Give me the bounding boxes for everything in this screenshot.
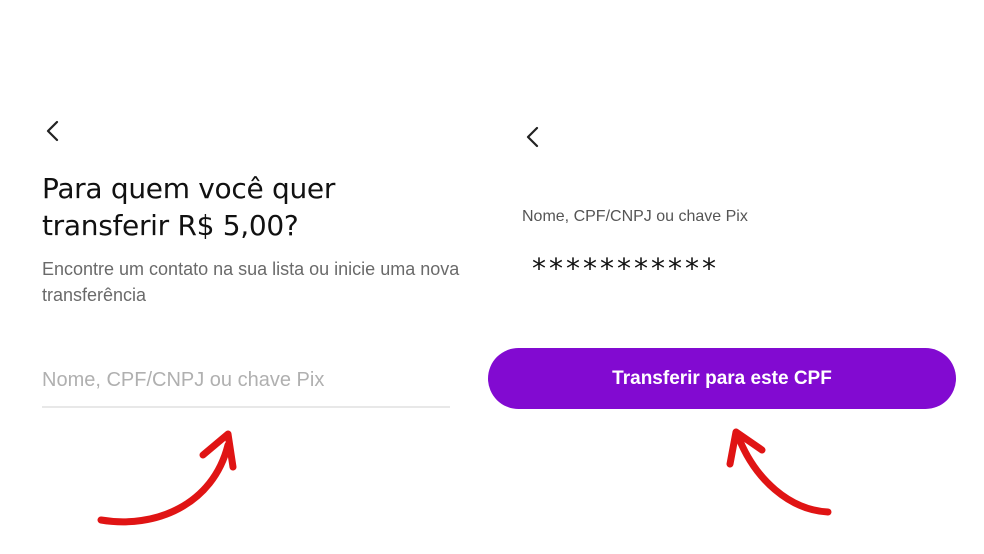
page-title: Para quem você quer transferir R$ 5,00? bbox=[42, 172, 336, 242]
annotation-arrow-icon bbox=[726, 428, 832, 516]
annotation-arrow-icon bbox=[97, 430, 237, 526]
recipient-search-input[interactable] bbox=[42, 360, 450, 400]
recipient-field-value[interactable]: *********** bbox=[532, 252, 719, 285]
recipient-input-container bbox=[42, 360, 450, 408]
chevron-left-icon bbox=[526, 126, 539, 148]
page-subtitle: Encontre um contato na sua lista ou inic… bbox=[42, 259, 460, 305]
recipient-field-label: Nome, CPF/CNPJ ou chave Pix bbox=[522, 208, 748, 225]
recipient-search-screen: Para quem você quer transferir R$ 5,00? … bbox=[0, 0, 492, 554]
chevron-left-icon bbox=[46, 120, 59, 142]
back-button-confirm[interactable] bbox=[518, 122, 548, 152]
recipient-confirm-screen: Nome, CPF/CNPJ ou chave Pix *********** … bbox=[488, 0, 984, 554]
back-button[interactable] bbox=[38, 116, 68, 146]
transfer-to-cpf-button[interactable]: Transferir para este CPF bbox=[488, 348, 956, 409]
